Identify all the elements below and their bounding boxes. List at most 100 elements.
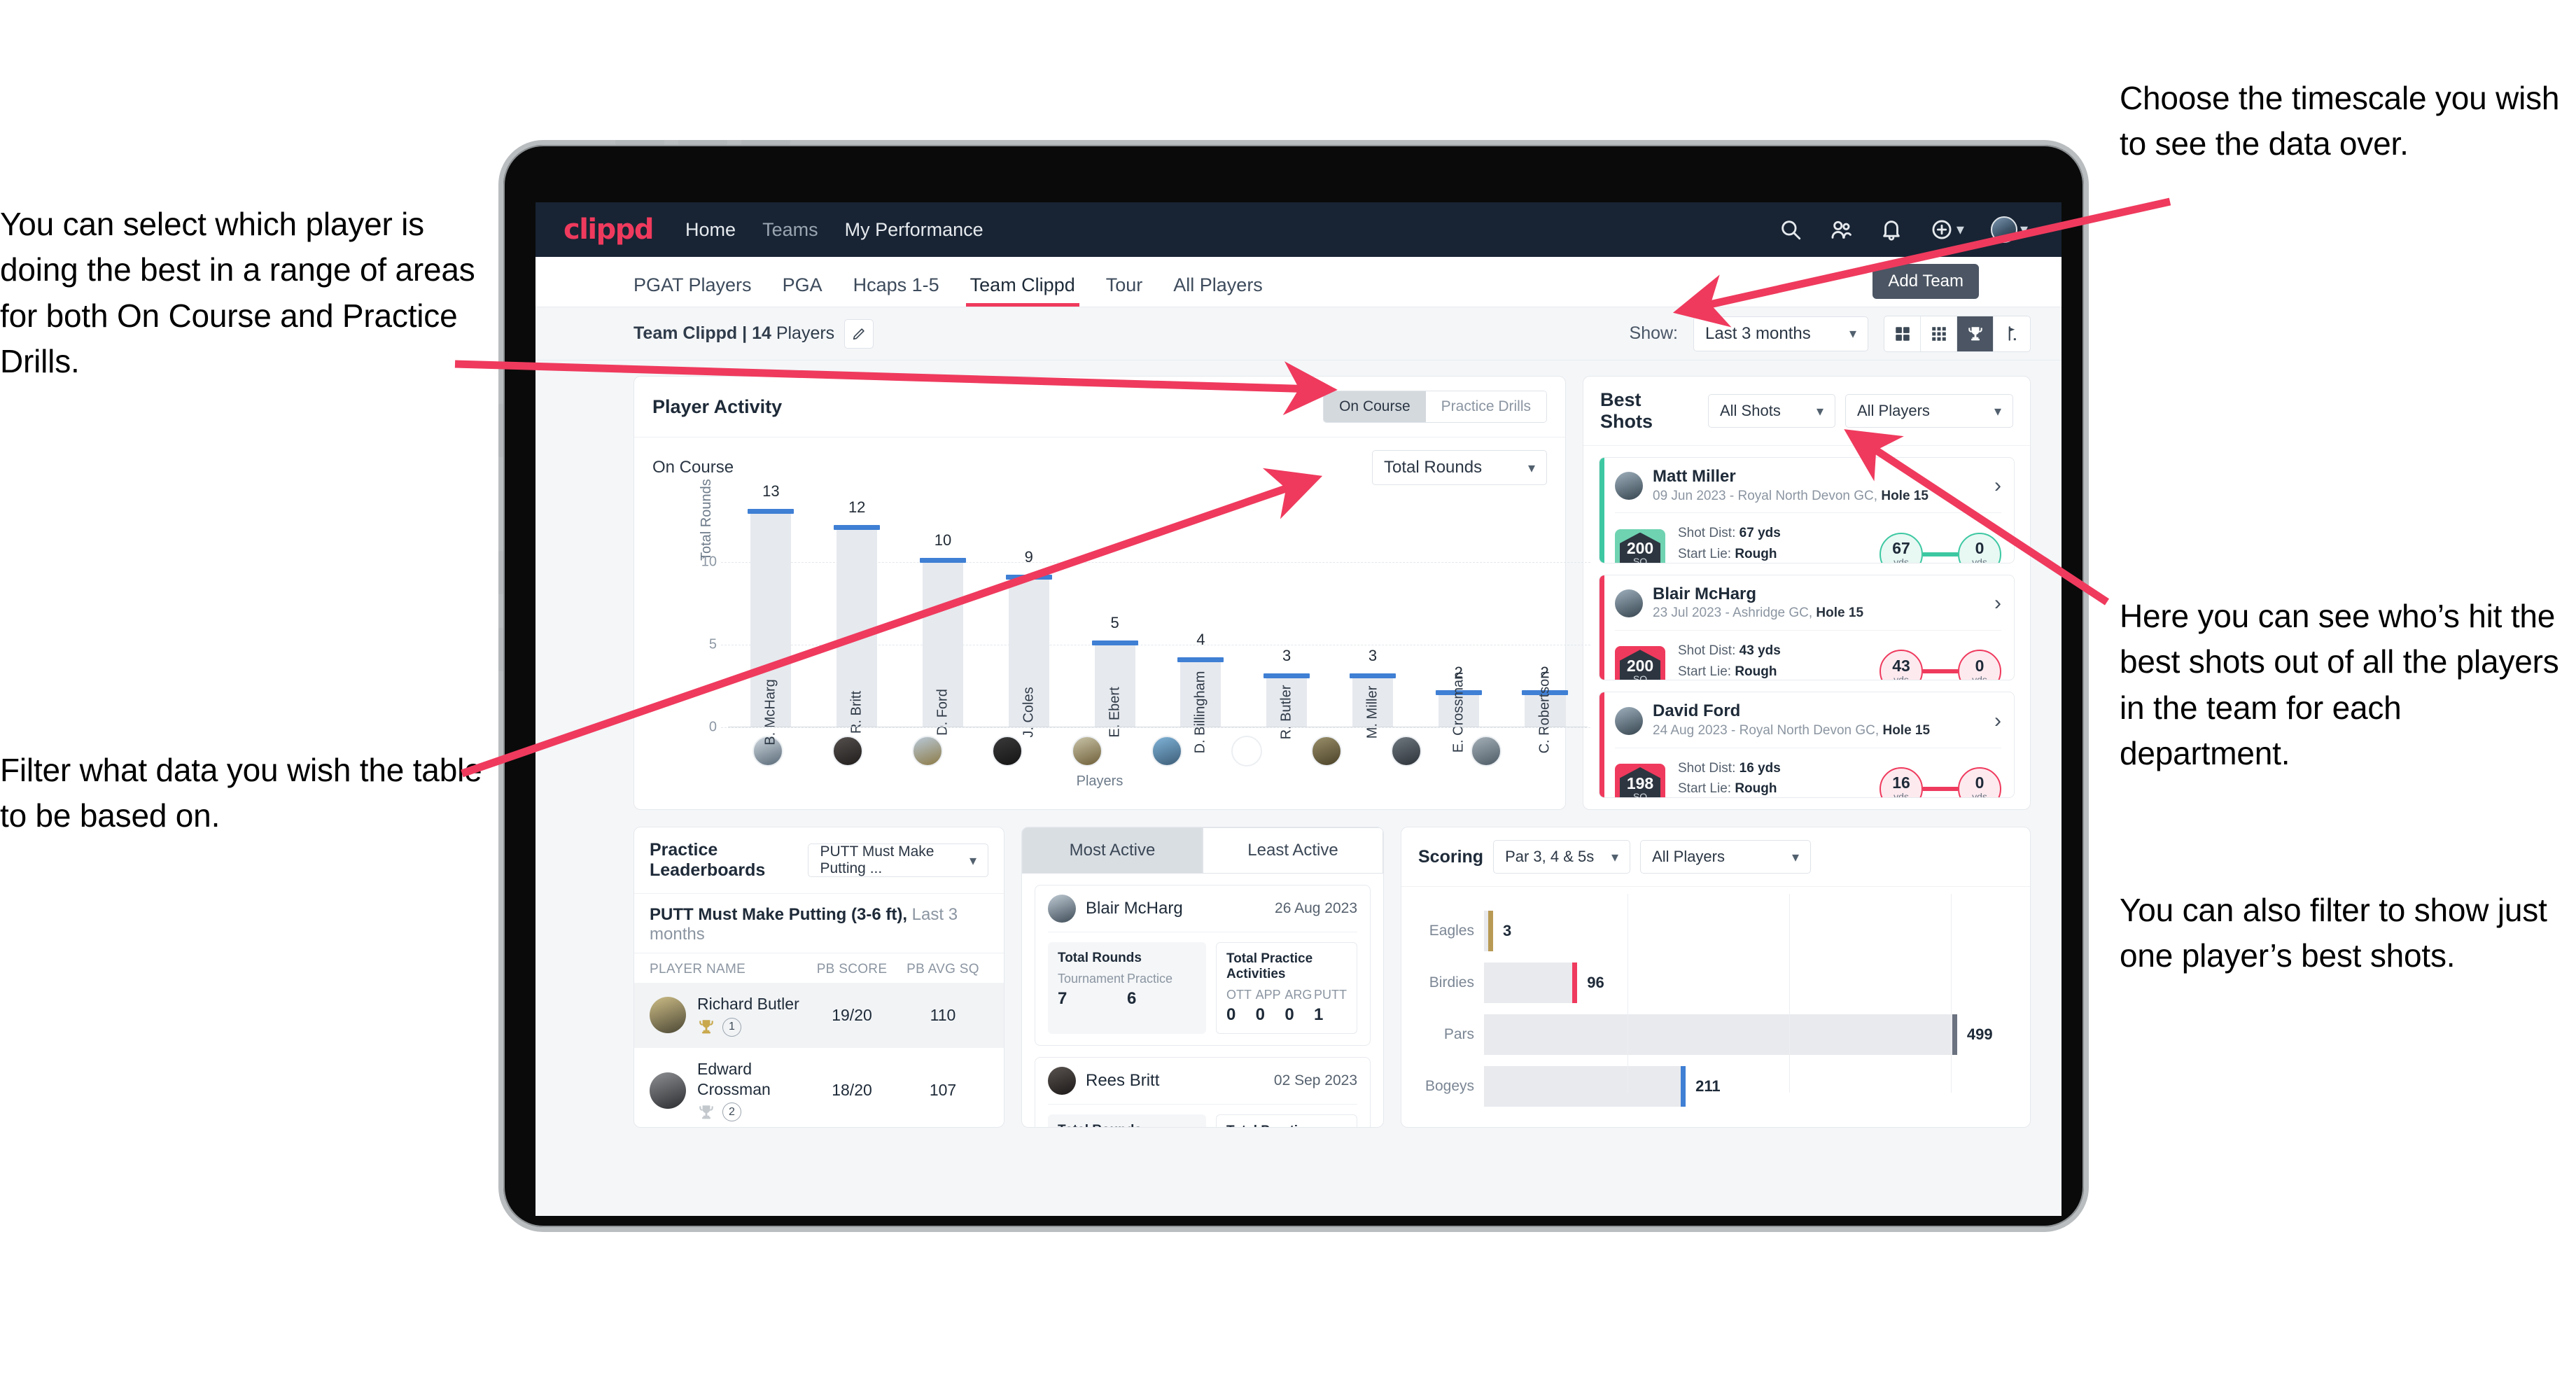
practice-activities-box: Total Practice ActivitiesOTT0APP0ARG0PUT… — [1216, 942, 1357, 1034]
tab-pgat-players[interactable]: PGAT Players — [634, 274, 752, 307]
view-toggle-group — [1884, 315, 2031, 352]
shot-end-circle: 0 yds — [1958, 532, 2001, 563]
tab-most-active[interactable]: Most Active — [1022, 827, 1203, 874]
bar-category-label: R. Butler — [1278, 685, 1294, 740]
player-avatar[interactable] — [1231, 736, 1262, 766]
trophy-icon[interactable] — [1957, 316, 1994, 351]
segment-practice-drills[interactable]: Practice Drills — [1425, 391, 1546, 422]
subheader-controls: Show: Last 3 months ▾ — [1630, 315, 2031, 352]
activity-card[interactable]: Rees Britt 02 Sep 2023 Total RoundsTournam… — [1035, 1057, 1371, 1127]
best-shot-card[interactable]: Blair McHarg 23 Jul 2023 - Ashridge GC, H… — [1599, 574, 2015, 681]
tab-tour[interactable]: Tour — [1106, 274, 1143, 307]
people-icon[interactable] — [1829, 218, 1853, 241]
plus-circle-icon[interactable] — [1930, 218, 1954, 241]
bar-column[interactable]: 12 R. Britt — [814, 496, 900, 734]
tab-all-players[interactable]: All Players — [1173, 274, 1263, 307]
badge-value: 200 — [1626, 657, 1654, 676]
nav-link-teams[interactable]: Teams — [762, 219, 818, 241]
chevron-right-icon[interactable]: › — [1994, 475, 2001, 496]
scoring-row[interactable]: Bogeys 211 — [1420, 1060, 2012, 1112]
tab-team-clippd[interactable]: Team Clippd — [965, 274, 1079, 307]
player-avatar[interactable] — [992, 736, 1023, 766]
drill-select[interactable]: PUTT Must Make Putting ... ▾ — [808, 844, 988, 877]
bar-column[interactable]: 3 M. Miller — [1330, 496, 1416, 738]
bar[interactable]: 4 D. Billingham — [1177, 631, 1224, 753]
activity-tabs: Most Active Least Active — [1022, 827, 1383, 874]
metric-select[interactable]: Total Rounds ▾ — [1372, 450, 1547, 485]
bar-column[interactable]: 5 E. Ebert — [1072, 496, 1158, 738]
scoring-track: 3 — [1484, 905, 2012, 957]
player-avatar[interactable] — [1072, 736, 1102, 766]
player-avatar[interactable] — [912, 736, 943, 766]
bar[interactable]: 12 R. Britt — [834, 498, 881, 734]
best-shot-card[interactable]: David Ford 24 Aug 2023 - Royal North Devo… — [1599, 692, 2015, 799]
bar[interactable]: 5 E. Ebert — [1091, 614, 1138, 738]
bell-icon[interactable] — [1879, 218, 1903, 241]
scoring-value: 3 — [1503, 922, 1512, 939]
bar-column[interactable]: 9 J. Coles — [986, 496, 1072, 738]
bar-column[interactable]: 4 D. Billingham — [1158, 496, 1244, 753]
bar[interactable]: 13 B. McHarg — [748, 482, 794, 746]
search-icon[interactable] — [1779, 218, 1802, 241]
bar-column[interactable]: 2 C. Robertson — [1502, 496, 1588, 753]
activity-card[interactable]: Blair McHarg 26 Aug 2023 Total Rounds Tourn… — [1035, 885, 1371, 1046]
avatar-cell — [1047, 736, 1127, 766]
hexagon-icon: 200 SQ — [1620, 650, 1660, 680]
table-row[interactable]: Richard Butler 1 19/20 110 — [634, 983, 1004, 1048]
chevron-right-icon[interactable]: › — [1994, 710, 2001, 732]
player-avatar — [1048, 895, 1076, 923]
bar[interactable]: 9 J. Coles — [1005, 548, 1052, 738]
table-row[interactable]: Edward Crossman 2 18/20 107 — [634, 1048, 1004, 1127]
timescale-select[interactable]: Last 3 months ▾ — [1693, 316, 1868, 351]
shot-start-unit: yds — [1893, 673, 1909, 681]
player-avatar[interactable] — [1152, 736, 1182, 766]
bar[interactable]: 3 R. Butler — [1264, 647, 1310, 739]
avatar-cell — [1287, 736, 1366, 766]
tab-hcaps-1-5[interactable]: Hcaps 1-5 — [853, 274, 939, 307]
par-filter-select[interactable]: Par 3, 4 & 5s ▾ — [1493, 840, 1631, 874]
avatar[interactable] — [1990, 216, 2017, 243]
chevron-right-icon[interactable]: › — [1994, 592, 2001, 614]
nav-link-home[interactable]: Home — [685, 219, 736, 241]
player-activity-header: Player Activity On Course Practice Drill… — [634, 377, 1565, 438]
chevron-down-icon: ▾ — [969, 853, 976, 869]
tab-pga[interactable]: PGA — [783, 274, 822, 307]
bar-column[interactable]: 10 D. Ford — [900, 496, 986, 736]
user-menu[interactable]: ▾ — [1990, 216, 2028, 243]
golf-flag-icon[interactable] — [1994, 316, 2030, 351]
bar[interactable]: 2 C. Robertson — [1521, 664, 1568, 753]
tablet-button-side-3 — [498, 628, 503, 671]
scoring-row[interactable]: Birdies 96 — [1420, 957, 2012, 1009]
player-avatar[interactable] — [832, 736, 863, 766]
scoring-row[interactable]: Eagles 3 — [1420, 905, 2012, 957]
nav-link-my-performance[interactable]: My Performance — [845, 219, 983, 241]
scoring-players-filter-select[interactable]: All Players ▾ — [1640, 840, 1812, 874]
leaderboard-columns: PLAYER NAME PB SCORE PB AVG SQ — [634, 953, 1004, 983]
bar[interactable]: 2 E. Crossman — [1435, 664, 1482, 752]
scoring-row[interactable]: Pars 499 — [1420, 1009, 2012, 1060]
bar-column[interactable]: 3 R. Butler — [1244, 496, 1330, 739]
grid-large-icon[interactable] — [1884, 316, 1921, 351]
bar-column[interactable]: 13 B. McHarg — [728, 482, 814, 746]
player-avatar[interactable] — [1471, 736, 1502, 766]
bar[interactable]: 10 D. Ford — [919, 531, 966, 736]
edit-team-button[interactable] — [844, 318, 874, 349]
best-shots-card: Best Shots All Shots ▾ All Players ▾ Mat… — [1583, 376, 2031, 810]
players-filter-select[interactable]: All Players ▾ — [1845, 394, 2013, 428]
segment-on-course[interactable]: On Course — [1324, 391, 1426, 422]
player-name: Edward Crossman — [697, 1059, 771, 1098]
player-avatar[interactable] — [1311, 736, 1342, 766]
practice-activities-title: Total Practice Activities — [1226, 951, 1313, 981]
bar[interactable]: 3 M. Miller — [1349, 647, 1396, 738]
player-avatar[interactable] — [1391, 736, 1422, 766]
create-menu[interactable]: ▾ — [1930, 218, 1964, 241]
activity-card-header: Rees Britt 02 Sep 2023 — [1035, 1058, 1370, 1104]
bar-cap — [919, 558, 966, 564]
bar-column[interactable]: 2 E. Crossman — [1415, 496, 1502, 752]
tab-least-active[interactable]: Least Active — [1203, 827, 1383, 874]
grid-small-icon[interactable] — [1921, 316, 1957, 351]
player-name: Rees Britt — [1086, 1071, 1160, 1090]
shots-filter-select[interactable]: All Shots ▾ — [1708, 394, 1835, 428]
best-shot-card[interactable]: Matt Miller 09 Jun 2023 - Royal North Dev… — [1599, 457, 2015, 564]
clippd-logo[interactable]: clippd — [564, 214, 654, 246]
